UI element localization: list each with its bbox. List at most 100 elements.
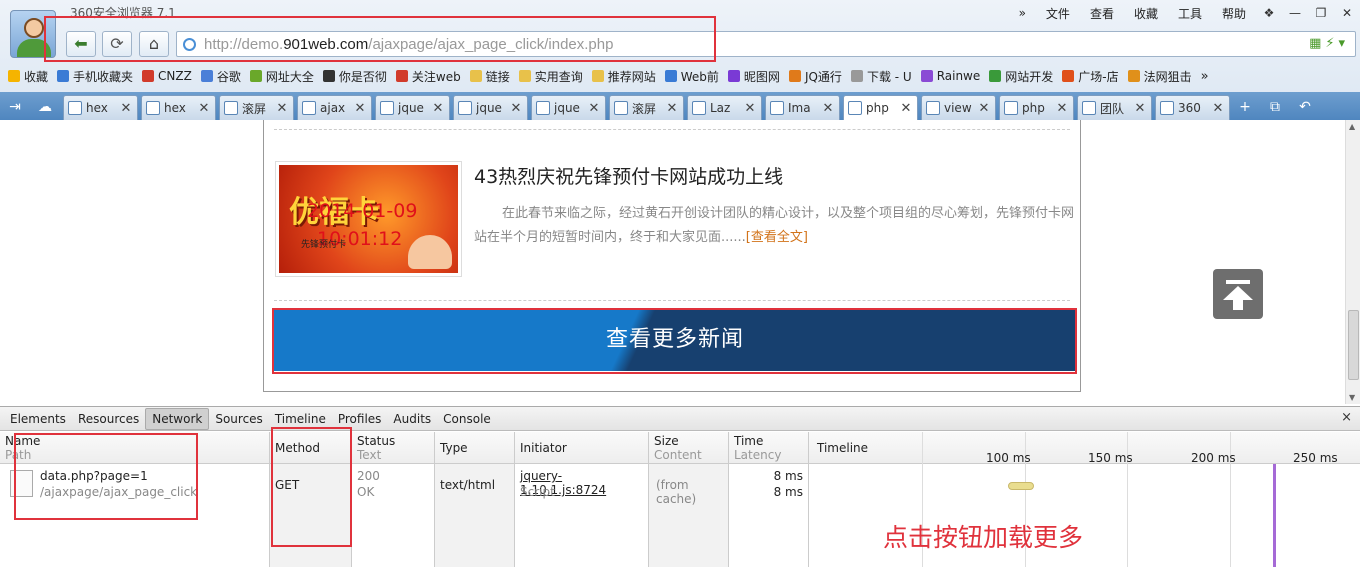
tab-close-icon[interactable]: ✕ [1133, 101, 1147, 116]
menu-help[interactable]: 帮助 [1212, 5, 1256, 22]
bookmark-item[interactable]: 收藏 [8, 68, 48, 85]
devtools-tab-resources[interactable]: Resources [72, 409, 145, 429]
browser-tab[interactable]: jque ✕ [453, 95, 528, 120]
m-icon [322, 70, 335, 82]
tab-close-icon[interactable]: ✕ [977, 101, 991, 116]
restore-icon[interactable]: ❐ [1308, 6, 1334, 20]
tab-close-icon[interactable]: ✕ [1211, 101, 1225, 116]
column-header-time[interactable]: Time Latency [729, 432, 808, 464]
tab-close-icon[interactable]: ✕ [275, 101, 289, 116]
page-scrollbar[interactable]: ▲ ▼ [1345, 120, 1360, 404]
network-table: Name Path data.php?page=1 /ajaxpage/ajax… [0, 432, 1360, 567]
bookmark-item[interactable]: 下载 - U [850, 68, 912, 85]
bookmark-label: 下载 - U [866, 69, 912, 84]
bookmark-item[interactable]: 你是否彻 [322, 68, 387, 85]
column-header-size[interactable]: Size Content [649, 432, 728, 464]
browser-tab[interactable]: php ✕ [843, 95, 918, 120]
browser-tab[interactable]: view ✕ [921, 95, 996, 120]
devtools-tab-console[interactable]: Console [437, 409, 497, 429]
column-header-initiator[interactable]: Initiator [515, 432, 648, 464]
browser-tab[interactable]: hex ✕ [141, 95, 216, 120]
page-icon [850, 70, 863, 82]
devtools-tab-profiles[interactable]: Profiles [332, 409, 388, 429]
tab-close-icon[interactable]: ✕ [899, 101, 913, 116]
new-tab-icon[interactable]: + [1230, 95, 1260, 120]
tab-close-icon[interactable]: ✕ [821, 101, 835, 116]
browser-tab[interactable]: 滚屏 ✕ [609, 95, 684, 120]
sidebar-toggle-icon[interactable]: ⇥ [0, 95, 30, 120]
bookmark-item[interactable]: 实用查询 [518, 68, 583, 85]
read-more-link[interactable]: [查看全文] [746, 230, 808, 245]
tab-close-icon[interactable]: ✕ [197, 101, 211, 116]
tab-close-icon[interactable]: ✕ [353, 101, 367, 116]
browser-tab[interactable]: 滚屏 ✕ [219, 95, 294, 120]
bookmark-item[interactable]: 昵图网 [727, 68, 780, 85]
tab-close-icon[interactable]: ✕ [587, 101, 601, 116]
tab-list-icon[interactable]: ⧉ [1260, 95, 1290, 120]
bookmark-item[interactable]: 关注web [395, 68, 461, 85]
tab-close-icon[interactable]: ✕ [509, 101, 523, 116]
tab-favicon-icon [146, 101, 160, 115]
back-to-top-button[interactable] [1213, 269, 1263, 319]
weibo-icon [395, 70, 408, 82]
tab-close-icon[interactable]: ✕ [665, 101, 679, 116]
bookmark-item[interactable]: JQ通行 [788, 68, 842, 85]
column-header-timeline[interactable]: Timeline [809, 432, 1360, 464]
devtools-tab-sources[interactable]: Sources [209, 409, 268, 429]
devtools-tab-timeline[interactable]: Timeline [269, 409, 332, 429]
menu-file[interactable]: 文件 [1036, 5, 1080, 22]
menu-favorites[interactable]: 收藏 [1124, 5, 1168, 22]
bookmark-item[interactable]: 推荐网站 [591, 68, 656, 85]
tab-close-icon[interactable]: ✕ [743, 101, 757, 116]
bookmark-item[interactable]: 谷歌 [200, 68, 241, 85]
devtools-tab-network[interactable]: Network [145, 407, 210, 430]
bookmark-item[interactable]: 网站开发 [989, 68, 1053, 85]
browser-tab[interactable]: hex ✕ [63, 95, 138, 120]
skin-icon[interactable]: ❖ [1256, 6, 1282, 20]
scroll-down-icon[interactable]: ▼ [1349, 393, 1355, 402]
timeline-request-bar[interactable] [1008, 482, 1034, 490]
browser-tab[interactable]: 360 ✕ [1155, 95, 1230, 120]
bookmark-item[interactable]: 广场-店 [1062, 68, 1119, 85]
tab-close-icon[interactable]: ✕ [1055, 101, 1069, 116]
scroll-up-icon[interactable]: ▲ [1349, 122, 1355, 131]
bookmark-item[interactable]: CNZZ [142, 69, 192, 83]
bookmarks-more-chevron[interactable]: » [1201, 69, 1209, 84]
news-title[interactable]: 43热烈庆祝先锋预付卡网站成功上线 [474, 162, 783, 189]
browser-tab[interactable]: ajax ✕ [297, 95, 372, 120]
browser-tab[interactable]: jque ✕ [375, 95, 450, 120]
tab-close-icon[interactable]: ✕ [431, 101, 445, 116]
bookmark-item[interactable]: 法网狙击 [1127, 68, 1192, 85]
bookmark-item[interactable]: Web前 [664, 68, 719, 85]
browser-tab[interactable]: php ✕ [999, 95, 1074, 120]
devtools-tab-audits[interactable]: Audits [387, 409, 437, 429]
column-header-type[interactable]: Type [435, 432, 514, 464]
bookmark-item[interactable]: Rainwe [920, 69, 980, 83]
bookmark-item[interactable]: 手机收藏夹 [57, 68, 133, 85]
menu-view[interactable]: 查看 [1080, 5, 1124, 22]
column-header-status[interactable]: Status Text [352, 432, 434, 464]
divider [274, 300, 1070, 301]
minimize-icon[interactable]: — [1282, 6, 1308, 20]
menu-tools[interactable]: 工具 [1168, 5, 1212, 22]
bookmark-item[interactable]: 网址大全 [249, 68, 314, 85]
scrollbar-thumb[interactable] [1348, 310, 1359, 380]
close-window-icon[interactable]: ✕ [1334, 6, 1360, 20]
devtools-tab-elements[interactable]: Elements [4, 409, 72, 429]
news-thumbnail[interactable]: 优福卡 2014-01-09 10:01:12 先锋预付卡 [275, 161, 462, 277]
devtools-close-icon[interactable]: × [1341, 410, 1352, 425]
menu-more-chevron[interactable]: » [1009, 6, 1036, 20]
divider [274, 129, 1070, 130]
tab-close-icon[interactable]: ✕ [119, 101, 133, 116]
browser-tab[interactable]: Ima ✕ [765, 95, 840, 120]
browser-tab[interactable]: Laz ✕ [687, 95, 762, 120]
bookmark-item[interactable]: 链接 [469, 68, 510, 85]
browser-tab[interactable]: 团队 ✕ [1077, 95, 1152, 120]
cloud-icon[interactable]: ☁ [30, 95, 60, 120]
undo-close-tab-icon[interactable]: ↶ [1290, 95, 1320, 120]
smile-icon [1127, 70, 1140, 82]
browser-tab[interactable]: jque ✕ [531, 95, 606, 120]
nipic-icon [727, 70, 740, 82]
tab-favicon-icon [614, 101, 628, 115]
address-tools-icon[interactable]: ▦⚡▾ [1309, 36, 1349, 51]
